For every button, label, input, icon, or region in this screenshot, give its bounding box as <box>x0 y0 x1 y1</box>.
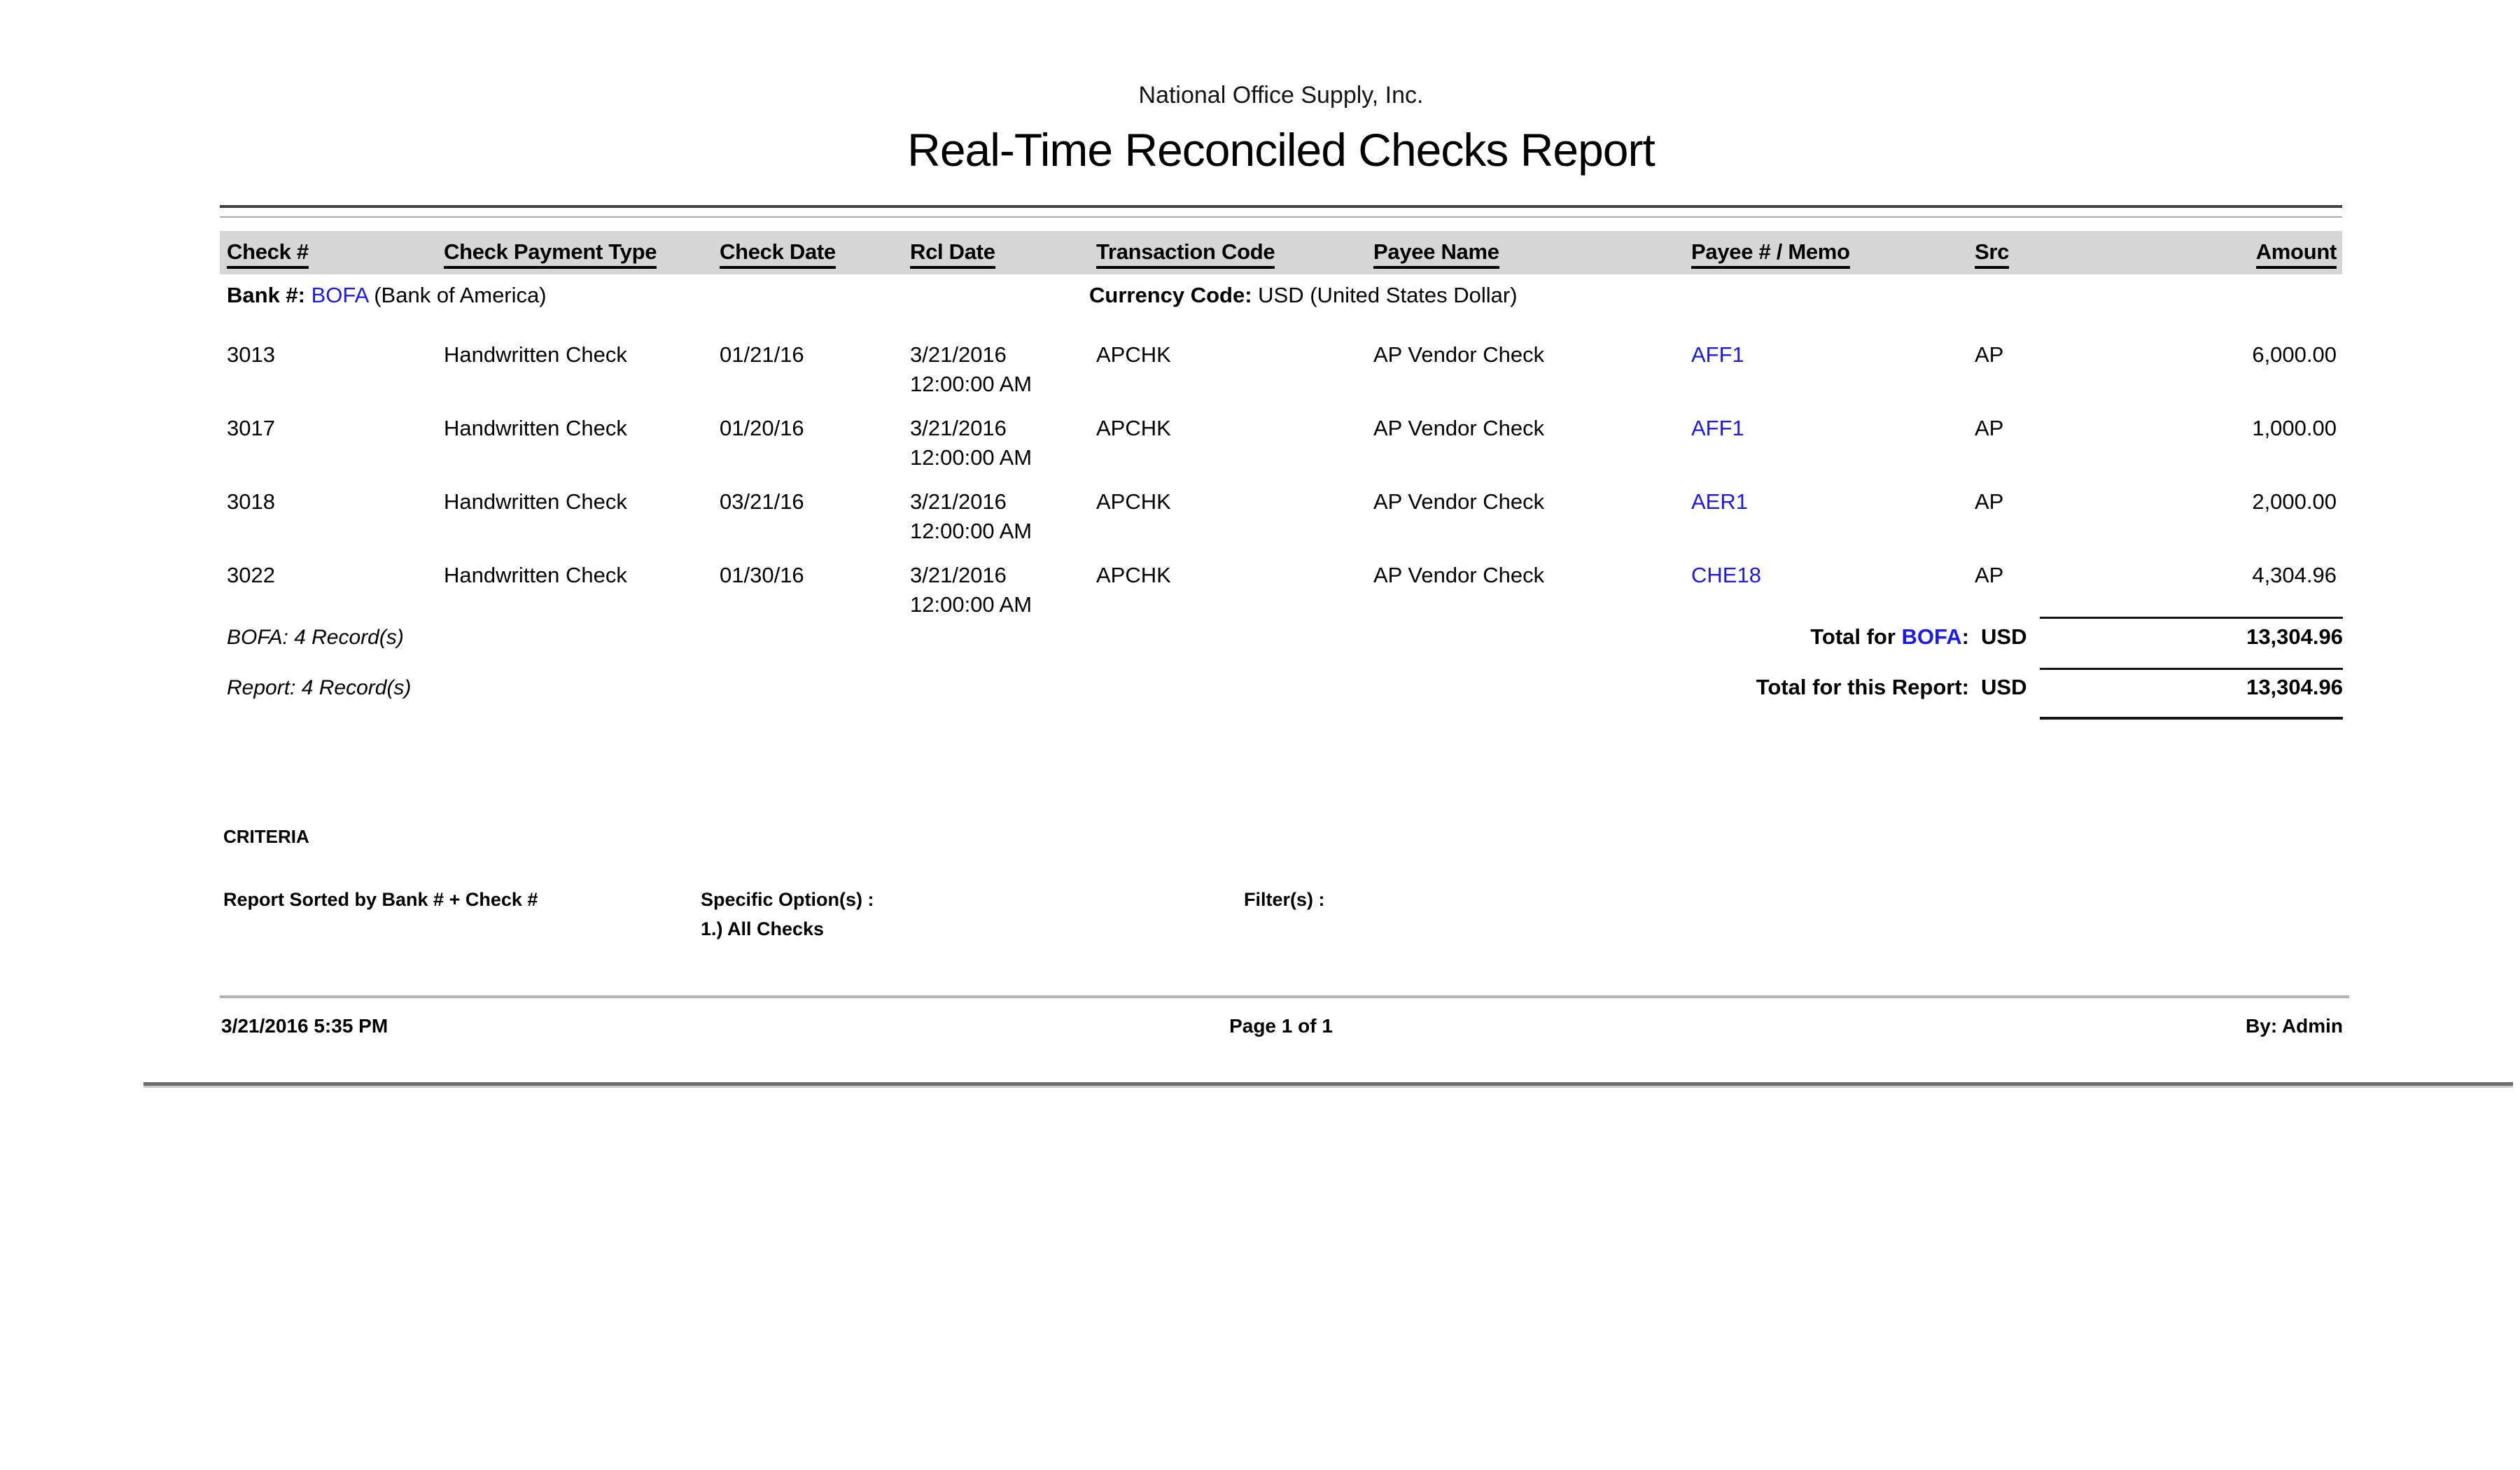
cell-amount: 6,000.00 <box>2135 340 2342 399</box>
col-header-amount: Amount <box>2135 239 2342 274</box>
cell-transaction-code: APCHK <box>1089 487 1366 546</box>
title-rule-dark <box>220 205 2342 208</box>
cell-amount: 1,000.00 <box>2135 414 2342 472</box>
cell-check-no: 3017 <box>220 414 437 472</box>
group-total-label: Total for BOFA: <box>1810 624 1969 650</box>
cell-payee-name: AP Vendor Check <box>1366 561 1684 620</box>
cell-payee-memo-link[interactable]: AER1 <box>1684 487 1968 546</box>
table-row: 3018 Handwritten Check 03/21/16 3/21/201… <box>220 487 2342 546</box>
cell-check-date: 01/21/16 <box>713 340 903 399</box>
col-header-payee-name: Payee Name <box>1366 239 1684 274</box>
bank-code-link[interactable]: BOFA <box>312 283 368 307</box>
col-header-check-date: Check Date <box>713 239 903 274</box>
footer-page-number: Page 1 of 1 <box>220 1015 2342 1037</box>
criteria-sorted-by: Report Sorted by Bank # + Check # <box>223 889 538 911</box>
currency-label: Currency Code: <box>1089 283 1252 307</box>
cell-payment-type: Handwritten Check <box>437 487 713 546</box>
cell-payee-memo-link[interactable]: AFF1 <box>1684 340 1968 399</box>
cell-rcl-date: 3/21/2016 12:00:00 AM <box>903 487 1089 546</box>
report-total-label: Total for this Report: <box>1756 675 1969 700</box>
table-row: 3017 Handwritten Check 01/20/16 3/21/201… <box>220 414 2342 472</box>
cell-transaction-code: APCHK <box>1089 414 1366 472</box>
criteria-option-item: 1.) All Checks <box>701 918 824 940</box>
cell-amount: 4,304.96 <box>2135 561 2342 620</box>
report-record-count: Report: 4 Record(s) <box>227 676 411 700</box>
group-total-amount: 13,304.96 <box>2246 624 2343 650</box>
footer-generated-by: By: Admin <box>2246 1015 2343 1037</box>
currency-code: Currency Code: USD (United States Dollar… <box>1089 283 1518 308</box>
col-header-rcl-date: Rcl Date <box>903 239 1089 274</box>
cell-payee-memo-link[interactable]: AFF1 <box>1684 414 1968 472</box>
currency-value: USD (United States Dollar) <box>1258 283 1517 307</box>
cell-payment-type: Handwritten Check <box>437 561 713 620</box>
cell-check-date: 01/20/16 <box>713 414 903 472</box>
cell-check-date: 03/21/16 <box>713 487 903 546</box>
report-title: Real-Time Reconciled Checks Report <box>220 122 2342 178</box>
cell-src: AP <box>1968 561 2135 620</box>
report-total-currency: USD <box>1981 675 2026 700</box>
criteria-heading: CRITERIA <box>223 826 309 848</box>
title-rule-light <box>220 216 2342 218</box>
cell-transaction-code: APCHK <box>1089 340 1366 399</box>
cell-payee-name: AP Vendor Check <box>1366 340 1684 399</box>
col-header-transaction-code: Transaction Code <box>1089 239 1366 274</box>
col-header-payee-memo: Payee # / Memo <box>1684 239 1968 274</box>
cell-payee-memo-link[interactable]: CHE18 <box>1684 561 1968 620</box>
criteria-options-label: Specific Option(s) : <box>701 889 874 911</box>
cell-rcl-date: 3/21/2016 12:00:00 AM <box>903 561 1089 620</box>
report-total-amount: 13,304.96 <box>2246 675 2343 700</box>
bank-group-row: Bank #: BOFA (Bank of America) Currency … <box>220 283 2342 312</box>
cell-payment-type: Handwritten Check <box>437 414 713 472</box>
bank-name: (Bank of America) <box>374 283 546 307</box>
table-row: 3022 Handwritten Check 01/30/16 3/21/201… <box>220 561 2342 620</box>
cell-payment-type: Handwritten Check <box>437 340 713 399</box>
cell-check-date: 01/30/16 <box>713 561 903 620</box>
group-total-currency: USD <box>1981 624 2026 650</box>
report-total-overline <box>2040 668 2343 670</box>
group-total-bank-link[interactable]: BOFA <box>1902 624 1962 649</box>
cell-check-no: 3013 <box>220 340 437 399</box>
col-header-src: Src <box>1968 239 2135 274</box>
cell-payee-name: AP Vendor Check <box>1366 414 1684 472</box>
group-record-count: BOFA: 4 Record(s) <box>227 626 404 650</box>
cell-payee-name: AP Vendor Check <box>1366 487 1684 546</box>
cell-amount: 2,000.00 <box>2135 487 2342 546</box>
col-header-check-no: Check # <box>220 239 437 274</box>
report-total-underline <box>2040 717 2343 720</box>
cell-check-no: 3018 <box>220 487 437 546</box>
cell-src: AP <box>1968 340 2135 399</box>
criteria-filters-label: Filter(s) : <box>1244 889 1325 911</box>
table-header-bar: Check # Check Payment Type Check Date Rc… <box>220 231 2342 274</box>
cell-rcl-date: 3/21/2016 12:00:00 AM <box>903 414 1089 472</box>
footer-separator <box>220 995 2349 998</box>
cell-src: AP <box>1968 414 2135 472</box>
cell-rcl-date: 3/21/2016 12:00:00 AM <box>903 340 1089 399</box>
bank-label: Bank #: <box>227 283 305 307</box>
company-name: National Office Supply, Inc. <box>220 81 2342 109</box>
cell-transaction-code: APCHK <box>1089 561 1366 620</box>
page-bottom-rule <box>144 1082 2513 1088</box>
cell-check-no: 3022 <box>220 561 437 620</box>
bank-number: Bank #: BOFA (Bank of America) <box>227 283 547 308</box>
table-row: 3013 Handwritten Check 01/21/16 3/21/201… <box>220 340 2342 399</box>
report-page: National Office Supply, Inc. Real-Time R… <box>0 0 2520 1470</box>
cell-src: AP <box>1968 487 2135 546</box>
col-header-payment-type: Check Payment Type <box>437 239 713 274</box>
group-total-overline <box>2040 617 2343 619</box>
